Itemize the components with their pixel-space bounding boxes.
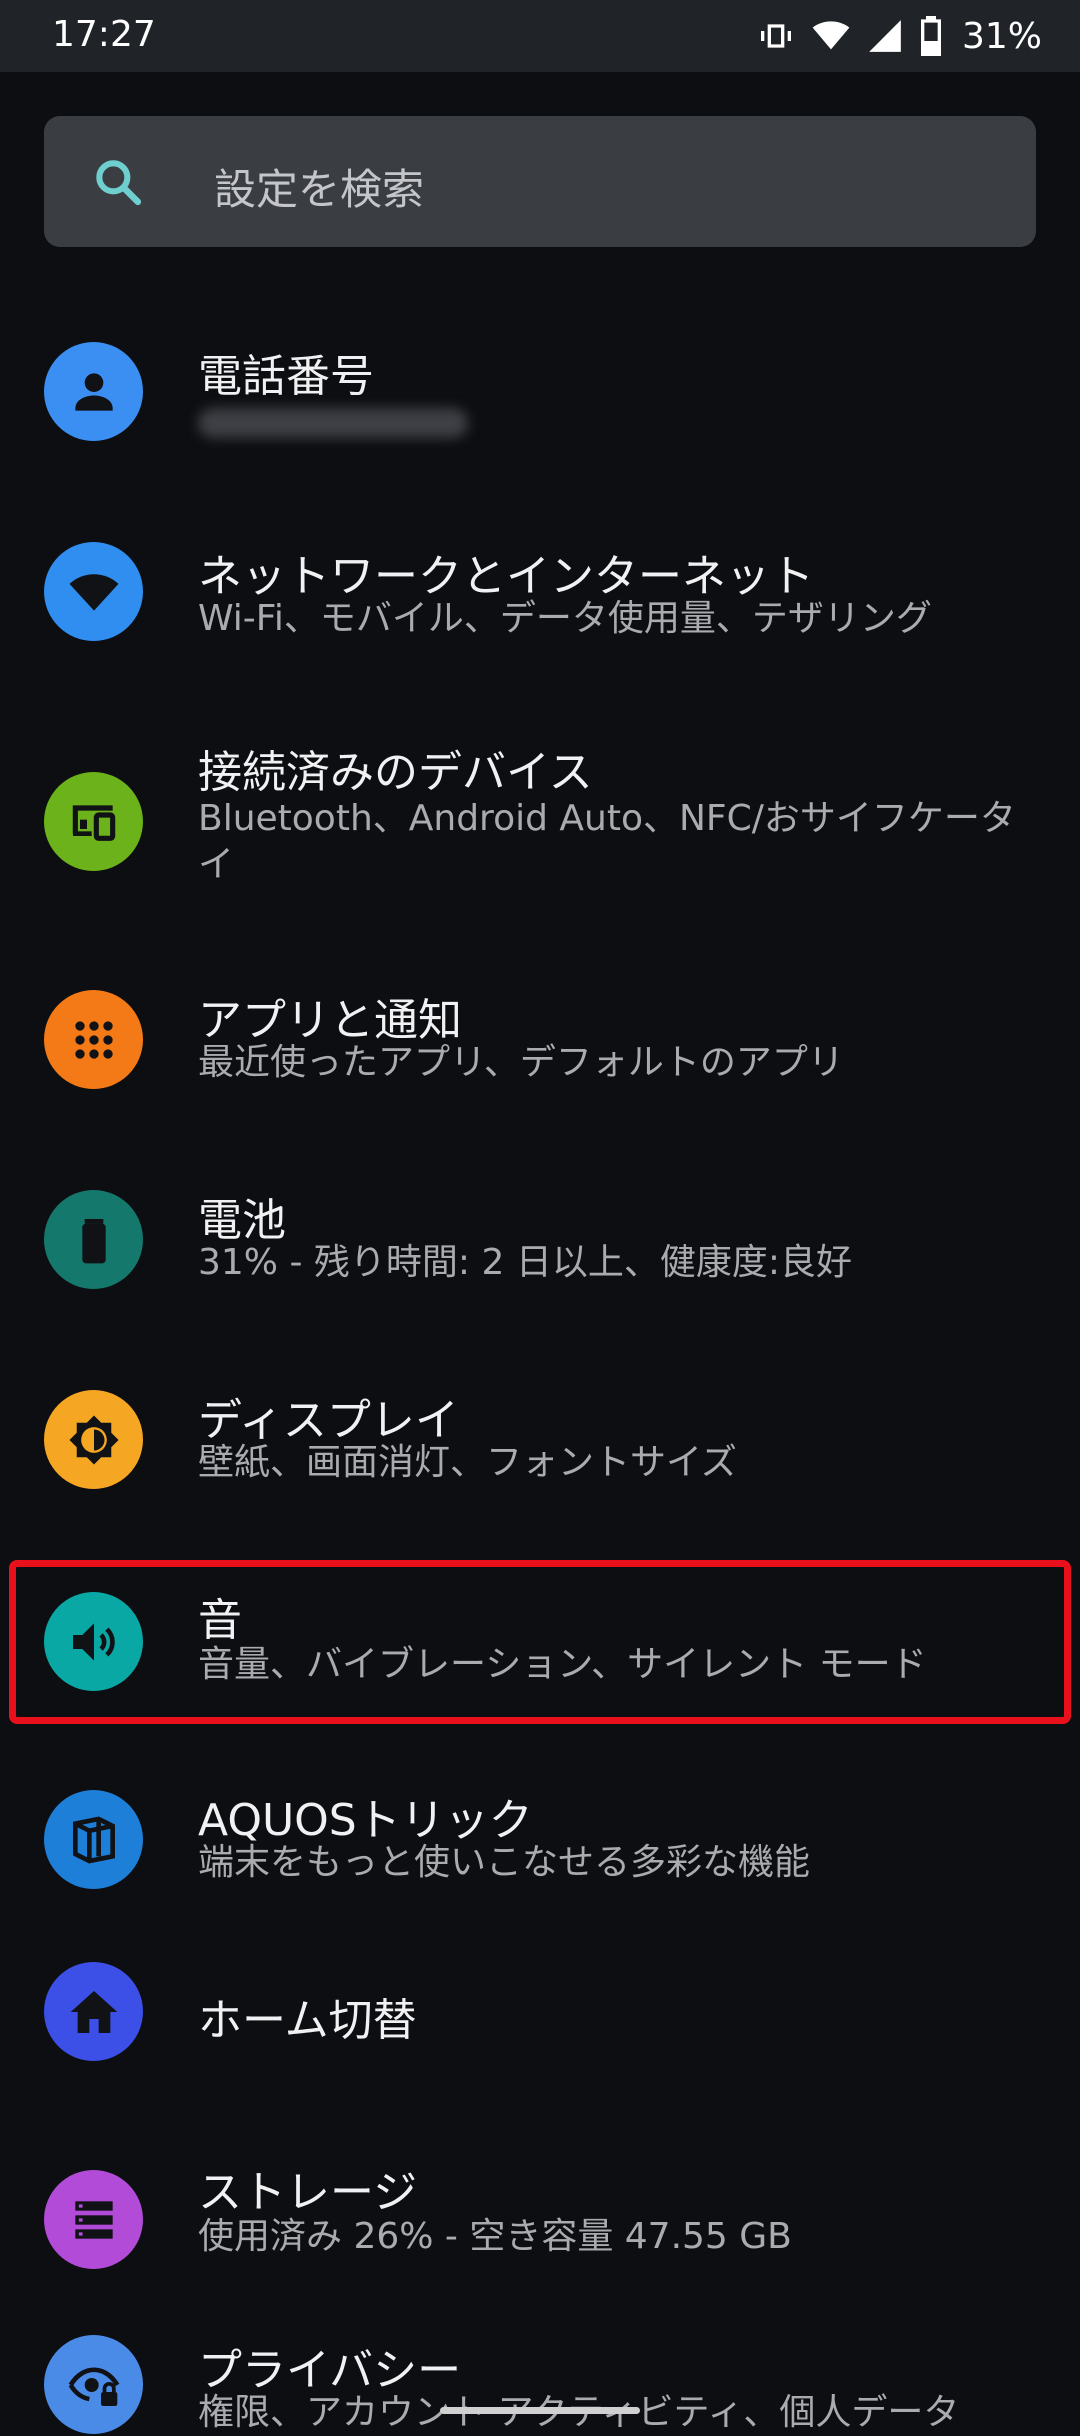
item-subtitle: 最近使ったアプリ、デフォルトのアプリ [198, 1042, 844, 1083]
search-placeholder: 設定を検索 [214, 165, 425, 214]
home-icon [44, 1962, 143, 2061]
item-title: アプリと通知 [198, 995, 462, 1046]
item-subtitle: 端末をもっと使いこなせる多彩な機能 [198, 1842, 811, 1883]
storage-icon [44, 2170, 143, 2269]
battery-status-icon [920, 16, 941, 56]
item-subtitle: Bluetooth、Android Auto、NFC/おサイフケータイ [198, 798, 1016, 885]
wifi-icon [44, 542, 143, 641]
status-bar: 17:27 31% [0, 0, 1080, 72]
battery-percent: 31% [961, 15, 1042, 57]
settings-item-apps[interactable]: アプリと通知 最近使ったアプリ、デフォルトのアプリ [0, 960, 1080, 1120]
item-title: ネットワークとインターネット [198, 551, 814, 602]
item-title: 電池 [198, 1195, 286, 1246]
brightness-icon [44, 1390, 143, 1489]
aquos-trick-icon [44, 1790, 143, 1889]
phone-number-redacted [198, 408, 468, 438]
item-title: ストレージ [198, 2167, 418, 2218]
item-subtitle: Wi-Fi、モバイル、データ使用量、テザリング [198, 598, 932, 639]
item-subtitle: 使用済み 26% - 空き容量 47.55 GB [198, 2216, 792, 2257]
battery-icon [44, 1190, 143, 1289]
item-title: ディスプレイ [198, 1395, 459, 1446]
item-subtitle: 31% - 残り時間: 2 日以上、健康度:良好 [198, 1242, 852, 1283]
settings-item-home-switch[interactable]: ホーム切替 [0, 1960, 1080, 2100]
item-title: 接続済みのデバイス [198, 747, 593, 798]
gesture-navigation-handle[interactable] [440, 2407, 640, 2414]
status-icons: 31% [756, 14, 1042, 58]
settings-item-network[interactable]: ネットワークとインターネット Wi-Fi、モバイル、データ使用量、テザリング [0, 520, 1080, 680]
item-title: プライバシー [198, 2345, 462, 2396]
settings-item-aquos-trick[interactable]: AQUOSトリック 端末をもっと使いこなせる多彩な機能 [0, 1760, 1080, 1920]
item-subtitle: 壁紙、画面消灯、フォントサイズ [198, 1442, 737, 1483]
item-title: 電話番号 [198, 351, 374, 402]
search-bar[interactable]: 設定を検索 [44, 116, 1036, 247]
cell-signal-icon [869, 20, 901, 52]
settings-item-connected-devices[interactable]: 接続済みのデバイス Bluetooth、Android Auto、NFC/おサイ… [0, 720, 1080, 920]
person-icon [44, 342, 143, 441]
devices-icon [44, 772, 143, 871]
apps-icon [44, 990, 143, 1089]
highlight-box [9, 1560, 1071, 1724]
settings-item-phone-number[interactable]: 電話番号 [0, 320, 1080, 480]
status-time: 17:27 [52, 14, 156, 55]
wifi-signal-icon [812, 21, 850, 50]
item-title: AQUOSトリック [198, 1795, 533, 1846]
privacy-icon [44, 2335, 143, 2434]
settings-item-storage[interactable]: ストレージ 使用済み 26% - 空き容量 47.55 GB [0, 2130, 1080, 2290]
settings-item-display[interactable]: ディスプレイ 壁紙、画面消灯、フォントサイズ [0, 1360, 1080, 1520]
search-icon [96, 160, 142, 206]
vibrate-icon [760, 24, 791, 48]
settings-item-privacy[interactable]: プライバシー 権限、アカウント アクティビティ、個人データ [0, 2320, 1080, 2434]
settings-item-battery[interactable]: 電池 31% - 残り時間: 2 日以上、健康度:良好 [0, 1160, 1080, 1320]
item-title: ホーム切替 [198, 1995, 417, 2046]
